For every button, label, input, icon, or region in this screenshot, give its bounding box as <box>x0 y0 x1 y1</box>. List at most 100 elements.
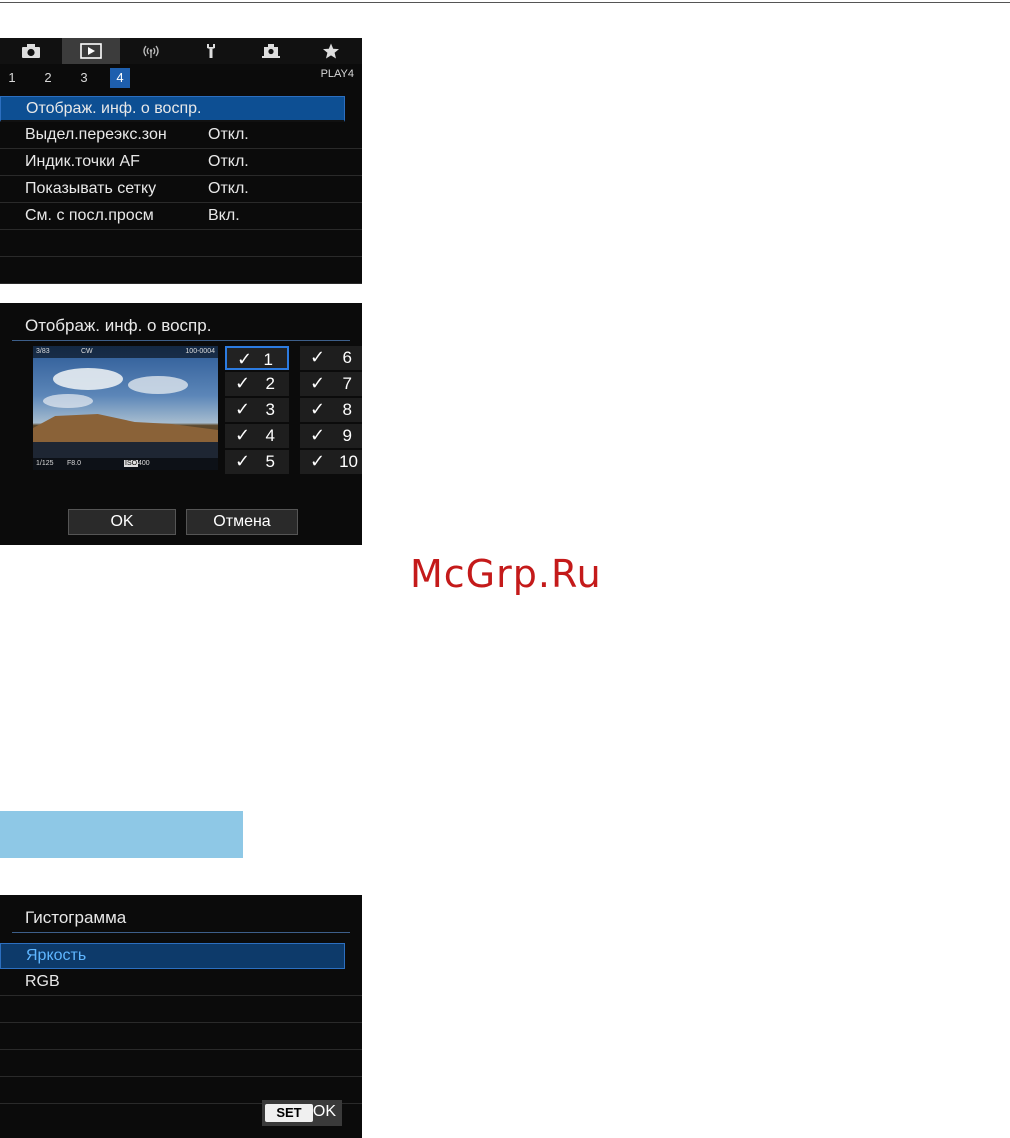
menu-item-value: Откл. <box>208 180 249 197</box>
menu-item-grid-display[interactable]: Показывать сетку Откл. <box>0 177 362 203</box>
menu-item-value: Вкл. <box>208 207 240 224</box>
check-icon: ✓ <box>235 399 251 419</box>
tab-custom[interactable] <box>242 38 300 64</box>
set-ok-button[interactable]: SET OK <box>262 1100 342 1126</box>
top-rule <box>0 2 1010 3</box>
preview-bottom-info: 1/125 F8.0 ISO 400 <box>33 458 218 470</box>
histogram-screen: Гистограмма Яркость RGB SET OK <box>0 895 362 1138</box>
menu-item-value: Откл. <box>208 153 249 170</box>
menu-item-empty <box>0 231 362 257</box>
option-label: RGB <box>25 973 60 990</box>
subtabs: 1 2 3 4 <box>0 64 362 92</box>
subtab-2[interactable]: 2 <box>38 68 58 88</box>
playback-preview-image: 3/83 CW 100-0004 1/125 F8.0 ISO 400 <box>33 346 218 470</box>
checkbox-4[interactable]: ✓ 4 <box>225 424 289 448</box>
preview-file-number: 100-0004 <box>185 348 215 355</box>
checkbox-number: 9 <box>342 426 352 445</box>
screen-title: Отображ. инф. о воспр. <box>25 316 212 335</box>
checkbox-3[interactable]: ✓ 3 <box>225 398 289 422</box>
check-icon: ✓ <box>310 373 326 393</box>
option-empty <box>0 1051 362 1077</box>
wireless-icon <box>143 45 159 58</box>
preview-top-info: 3/83 CW 100-0004 <box>33 346 218 358</box>
preview-card-indicator: CW <box>81 348 93 355</box>
check-icon: ✓ <box>237 349 253 369</box>
menu-item-af-point-display[interactable]: Индик.точки AF Откл. <box>0 150 362 176</box>
option-label: Яркость <box>26 947 87 964</box>
subtab-1[interactable]: 1 <box>2 68 22 88</box>
preview-cloud <box>53 368 123 390</box>
playback-info-screen: Отображ. инф. о воспр. 3/83 CW 100-0004 … <box>0 303 362 545</box>
check-icon: ✓ <box>310 451 326 471</box>
checkbox-number: 8 <box>342 400 352 419</box>
playback-menu-screen: 1 2 3 4 PLAY4 Отображ. инф. о воспр. Выд… <box>0 38 362 284</box>
menu-item-label: Показывать сетку <box>25 180 157 197</box>
checkbox-number: 10 <box>339 452 358 471</box>
check-icon: ✓ <box>235 425 251 445</box>
option-empty <box>0 1024 362 1050</box>
preview-aperture: F8.0 <box>67 460 82 467</box>
menu-tabs <box>0 38 362 64</box>
checkbox-6[interactable]: ✓ 6 <box>300 346 362 370</box>
menu-item-label: Индик.точки AF <box>25 153 140 170</box>
screen-title: Гистограмма <box>25 908 127 927</box>
checkbox-number: 3 <box>265 400 275 419</box>
checkbox-number: 6 <box>342 348 352 367</box>
menu-item-label: См. с посл.просм <box>25 207 154 224</box>
watermark-text: McGrp.Ru <box>410 552 602 596</box>
menu-item-highlight-alert[interactable]: Выдел.переэкс.зон Откл. <box>0 123 362 149</box>
check-icon: ✓ <box>235 373 251 393</box>
option-rgb[interactable]: RGB <box>0 970 362 996</box>
checkbox-number: 7 <box>342 374 352 393</box>
subtab-3[interactable]: 3 <box>74 68 94 88</box>
menu-item-label: Выдел.переэкс.зон <box>25 126 167 143</box>
option-brightness[interactable]: Яркость <box>0 943 345 969</box>
page-label: PLAY4 <box>320 68 354 80</box>
preview-shutter: 1/125 <box>36 460 54 467</box>
checkbox-8[interactable]: ✓ 8 <box>300 398 362 422</box>
check-icon: ✓ <box>310 425 326 445</box>
title-divider <box>12 932 350 933</box>
check-icon: ✓ <box>310 399 326 419</box>
menu-item-value: Откл. <box>208 126 249 143</box>
title-divider <box>12 340 350 341</box>
tab-mymenu[interactable] <box>302 38 360 64</box>
preview-cloud <box>128 376 188 394</box>
checkbox-9[interactable]: ✓ 9 <box>300 424 362 448</box>
menu-item-label: Отображ. инф. о воспр. <box>26 100 202 117</box>
check-icon: ✓ <box>235 451 251 471</box>
checkbox-number: 4 <box>265 426 275 445</box>
preview-cloud <box>43 394 93 408</box>
tab-shooting[interactable] <box>2 38 60 64</box>
checkbox-5[interactable]: ✓ 5 <box>225 450 289 474</box>
subtab-4[interactable]: 4 <box>110 68 130 88</box>
checkbox-2[interactable]: ✓ 2 <box>225 372 289 396</box>
tab-wireless[interactable] <box>122 38 180 64</box>
tab-playback[interactable] <box>62 38 120 64</box>
option-empty <box>0 997 362 1023</box>
playback-icon <box>80 43 102 59</box>
star-icon <box>323 43 339 59</box>
tab-setup[interactable] <box>182 38 240 64</box>
section-header-bar <box>0 811 243 858</box>
wrench-icon <box>207 44 215 58</box>
menu-item-empty <box>0 258 362 284</box>
checkbox-number: 1 <box>263 350 273 369</box>
camera-icon <box>22 44 40 58</box>
cancel-button[interactable]: Отмена <box>186 509 298 535</box>
menu-item-playback-info[interactable]: Отображ. инф. о воспр. <box>0 96 345 122</box>
preview-iso-value: 400 <box>138 460 150 467</box>
set-badge: SET <box>265 1104 313 1122</box>
ok-button[interactable]: OK <box>68 509 176 535</box>
checkbox-7[interactable]: ✓ 7 <box>300 372 362 396</box>
checkbox-number: 5 <box>265 452 275 471</box>
checkbox-10[interactable]: ✓ 10 <box>300 450 362 474</box>
checkbox-1[interactable]: ✓ 1 <box>225 346 289 370</box>
set-ok-label: OK <box>312 1103 336 1120</box>
custom-function-icon <box>262 44 280 58</box>
check-icon: ✓ <box>310 347 326 367</box>
preview-iso-label: ISO <box>124 460 139 467</box>
menu-item-view-from-last[interactable]: См. с посл.просм Вкл. <box>0 204 362 230</box>
preview-frame-count: 3/83 <box>36 348 50 355</box>
checkbox-number: 2 <box>265 374 275 393</box>
